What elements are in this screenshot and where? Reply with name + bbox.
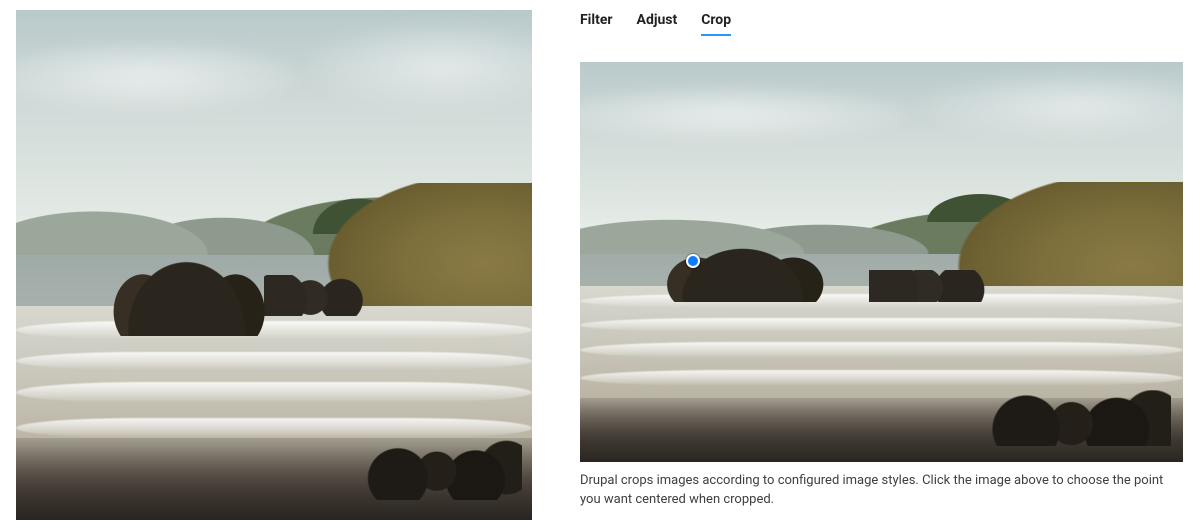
editor-controls-panel: Filter Adjust Crop (580, 10, 1185, 520)
tab-adjust[interactable]: Adjust (637, 12, 678, 36)
coastal-scene-illustration (16, 10, 532, 520)
preview-panel (16, 10, 532, 520)
editor-tabs: Filter Adjust Crop (580, 10, 1185, 42)
coastal-scene-illustration (580, 62, 1183, 462)
tab-filter[interactable]: Filter (580, 12, 613, 36)
image-preview-cropped (16, 10, 532, 520)
focal-point-marker[interactable] (686, 254, 700, 268)
image-editor-root: Filter Adjust Crop (0, 0, 1201, 530)
crop-focal-point-picker[interactable] (580, 62, 1183, 462)
crop-help-text: Drupal crops images according to configu… (580, 472, 1183, 510)
tab-crop[interactable]: Crop (701, 12, 731, 36)
